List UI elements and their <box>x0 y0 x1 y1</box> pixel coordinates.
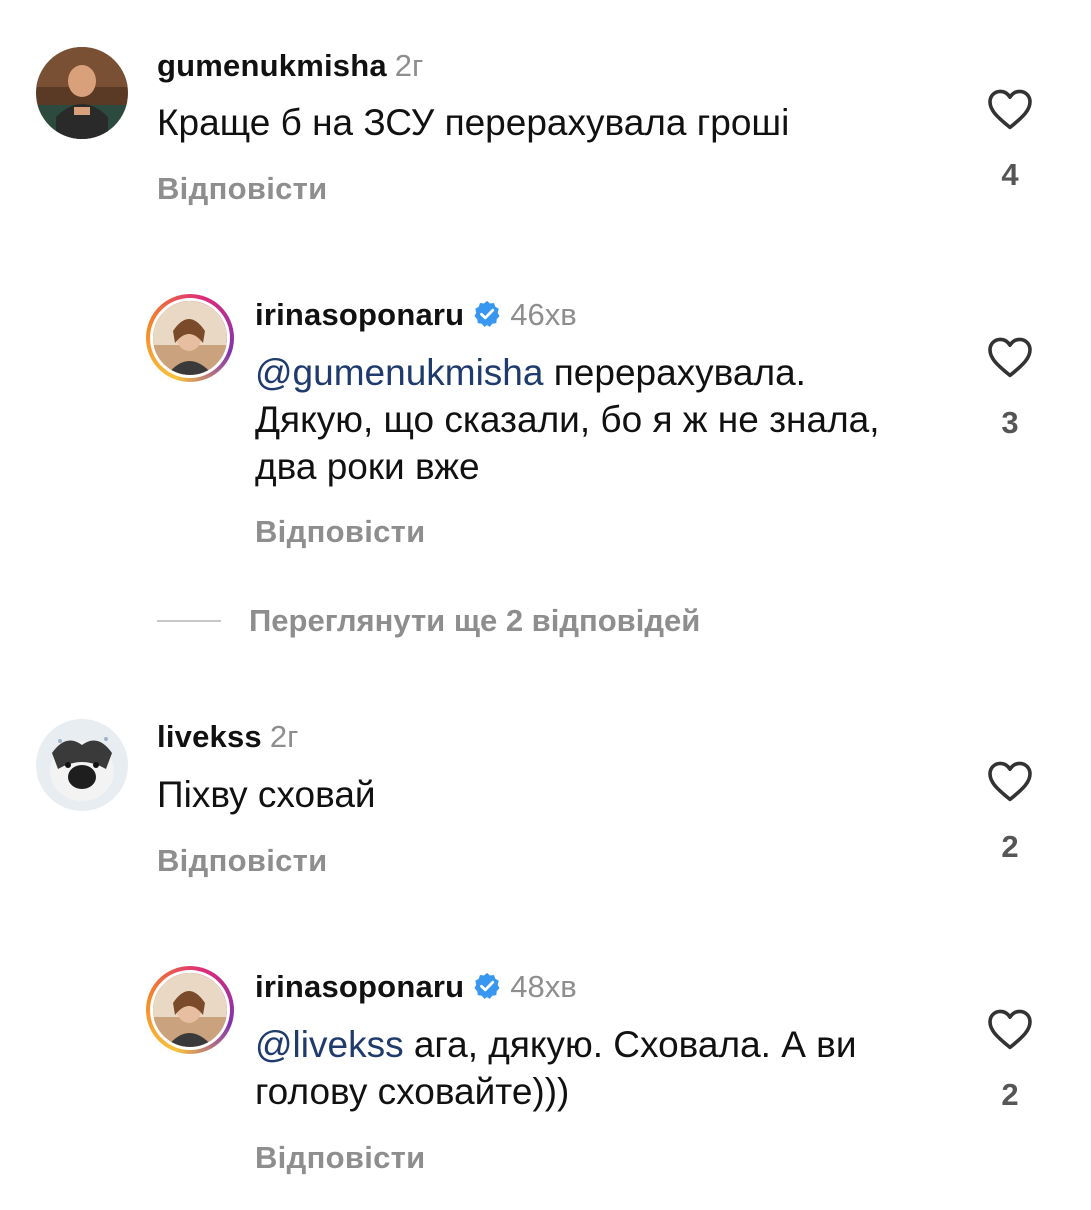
divider-line <box>157 620 221 622</box>
like-count: 4 <box>1001 157 1019 192</box>
avatar-photo-dog <box>36 719 128 811</box>
heart-outline-icon[interactable] <box>986 87 1034 131</box>
comment-text: Краще б на ЗСУ перерахувала гроші <box>157 102 790 143</box>
heart-outline-icon[interactable] <box>986 759 1034 803</box>
verified-badge-icon <box>474 972 500 999</box>
comment-meta: livekss 2г <box>157 719 298 755</box>
like-control: 2 <box>984 759 1036 865</box>
mention-link[interactable]: @gumenukmisha <box>255 352 543 393</box>
reply-button[interactable]: Відповісти <box>255 514 426 550</box>
mention-link[interactable]: @livekss <box>255 1024 404 1065</box>
timestamp: 2г <box>394 48 424 83</box>
like-control: 2 <box>984 1007 1036 1113</box>
like-control: 4 <box>984 87 1036 193</box>
avatar-livekss[interactable] <box>36 719 128 811</box>
comment-text: @gumenukmisha перерахувала. Дякую, що ск… <box>255 349 915 490</box>
comment-meta: gumenukmisha 2г <box>157 48 423 84</box>
comment-meta: irinasoponaru 48хв <box>255 969 577 1005</box>
like-count: 2 <box>1001 829 1019 864</box>
avatar-gumenukmisha[interactable] <box>36 47 128 139</box>
comment-meta: irinasoponaru 46хв <box>255 297 577 333</box>
heart-outline-icon[interactable] <box>986 1007 1034 1051</box>
username[interactable]: irinasoponaru <box>255 969 464 1004</box>
avatar-photo-man <box>36 47 128 139</box>
view-more-replies-label[interactable]: Переглянути ще 2 відповідей <box>249 603 700 638</box>
like-count: 2 <box>1001 1077 1019 1112</box>
username[interactable]: gumenukmisha <box>157 48 387 83</box>
verified-badge-icon <box>474 300 500 327</box>
timestamp: 48хв <box>510 969 577 1004</box>
like-control: 3 <box>984 335 1036 441</box>
avatar-photo-woman <box>150 970 230 1050</box>
view-more-replies-button[interactable]: Переглянути ще 2 відповідей <box>157 603 700 639</box>
comment-text: @livekss ага, дякую. Сховала. А ви голов… <box>255 1021 945 1115</box>
like-count: 3 <box>1001 405 1019 440</box>
avatar-irinasoponaru[interactable] <box>146 966 234 1054</box>
reply-button[interactable]: Відповісти <box>255 1140 426 1176</box>
timestamp: 2г <box>269 719 299 754</box>
username[interactable]: irinasoponaru <box>255 297 464 332</box>
heart-outline-icon[interactable] <box>986 335 1034 379</box>
reply-button[interactable]: Відповісти <box>157 171 328 207</box>
timestamp: 46хв <box>510 297 577 332</box>
avatar-irinasoponaru[interactable] <box>146 294 234 382</box>
comment-text: Піхву сховай <box>157 774 376 815</box>
reply-button[interactable]: Відповісти <box>157 843 328 879</box>
username[interactable]: livekss <box>157 719 262 754</box>
avatar-photo-woman <box>150 298 230 378</box>
